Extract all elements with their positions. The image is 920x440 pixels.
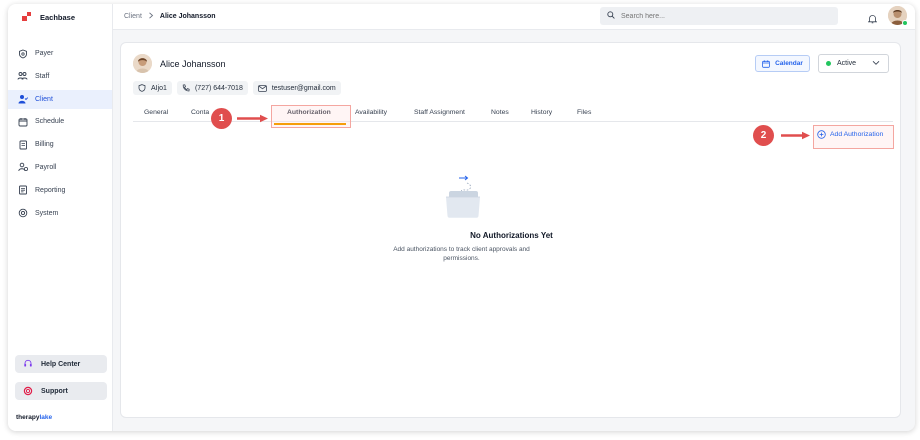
chevron-down-icon xyxy=(872,60,880,68)
tab-general[interactable]: General xyxy=(144,109,168,116)
sidebar-item-label: System xyxy=(35,209,59,217)
app-window: Eachbase Payer Staff Client Schedule Bil… xyxy=(8,4,915,431)
add-authorization-label: Add Authorization xyxy=(830,131,884,138)
client-email: testuser@gmail.com xyxy=(271,84,336,92)
tab-staff-assignment[interactable]: Staff Assignment xyxy=(414,109,465,116)
add-authorization-button[interactable]: Add Authorization xyxy=(817,130,883,139)
support-icon xyxy=(22,386,33,397)
sidebar-item-staff[interactable]: Staff xyxy=(8,67,112,86)
breadcrumb-current: Alice Johansson xyxy=(159,13,216,20)
shield-icon xyxy=(17,48,28,59)
mail-icon xyxy=(258,84,267,92)
sidebar-item-billing[interactable]: Billing xyxy=(8,135,112,154)
search-box[interactable] xyxy=(600,7,838,25)
brand[interactable]: Eachbase xyxy=(8,4,112,30)
sidebar-nav: Payer Staff Client Schedule Billing Payr… xyxy=(8,44,112,223)
chevron-right-icon xyxy=(148,12,154,21)
status-select[interactable]: Active xyxy=(818,54,889,73)
topbar: Client Alice Johansson xyxy=(113,4,915,30)
therapylake-logo: therapylake xyxy=(16,414,52,421)
payroll-icon xyxy=(17,162,28,173)
breadcrumb-parent[interactable]: Client xyxy=(124,13,142,20)
search-input[interactable] xyxy=(621,12,821,20)
calendar-button[interactable]: Calendar xyxy=(755,55,810,72)
sidebar-item-system[interactable]: System xyxy=(8,204,112,223)
client-phone-chip: (727) 644-7018 xyxy=(176,81,248,95)
tab-contacts[interactable]: Conta xyxy=(191,109,209,116)
annotation-step-1: 1 xyxy=(211,108,232,129)
status-dot xyxy=(826,61,831,66)
sidebar-item-payroll[interactable]: Payroll xyxy=(8,158,112,177)
calendar-icon xyxy=(762,59,770,68)
client-id: AIjo1 xyxy=(151,84,167,92)
sidebar-item-client[interactable]: Client xyxy=(8,89,112,109)
support-button[interactable]: Support xyxy=(15,382,107,400)
client-email-chip: testuser@gmail.com xyxy=(252,81,341,95)
empty-state-title: No Authorizations Yet xyxy=(470,231,553,240)
empty-state-description: Add authorizations to track client appro… xyxy=(393,246,530,262)
annotation-arrow-icon xyxy=(781,131,810,140)
sidebar-item-label: Staff xyxy=(35,72,50,80)
calendar-button-label: Calendar xyxy=(775,60,803,67)
reporting-icon xyxy=(17,185,28,196)
logo-text-therapy: therapy xyxy=(16,414,40,421)
annotation-step-2: 2 xyxy=(753,125,774,146)
active-tab-underline xyxy=(274,123,346,125)
tab-availability[interactable]: Availability xyxy=(355,109,387,116)
annotation-arrow-icon xyxy=(237,114,268,123)
plus-circle-icon xyxy=(817,130,826,139)
brand-name: Eachbase xyxy=(40,12,76,22)
eachbase-logo-icon xyxy=(22,12,32,22)
help-center-label: Help Center xyxy=(41,360,81,368)
client-card: Alice Johansson AIjo1 (727) 644-7018 tes… xyxy=(120,42,901,418)
client-avatar xyxy=(133,54,152,73)
status-value: Active xyxy=(837,60,857,67)
support-label: Support xyxy=(41,387,68,395)
id-shield-icon xyxy=(138,84,146,92)
billing-icon xyxy=(17,139,28,150)
client-phone: (727) 644-7018 xyxy=(194,84,243,92)
tab-notes[interactable]: Notes xyxy=(491,109,509,116)
help-center-button[interactable]: Help Center xyxy=(15,355,107,373)
logo-text-lake: lake xyxy=(39,414,53,421)
client-icon xyxy=(17,94,28,105)
client-id-chip: AIjo1 xyxy=(133,81,172,95)
sidebar: Eachbase Payer Staff Client Schedule Bil… xyxy=(8,4,113,431)
sidebar-item-label: Billing xyxy=(35,141,54,149)
sidebar-item-label: Client xyxy=(35,95,53,103)
client-info-chips: AIjo1 (727) 644-7018 testuser@gmail.com xyxy=(133,81,346,95)
tab-files[interactable]: Files xyxy=(577,109,591,116)
breadcrumb: Client Alice Johansson xyxy=(124,12,216,21)
system-icon xyxy=(17,208,28,219)
sidebar-item-payer[interactable]: Payer xyxy=(8,44,112,63)
help-center-icon xyxy=(22,359,33,370)
search-icon xyxy=(607,11,615,21)
sidebar-item-label: Schedule xyxy=(35,118,65,126)
sidebar-item-label: Payer xyxy=(35,50,54,57)
sidebar-item-reporting[interactable]: Reporting xyxy=(8,181,112,200)
bell-icon[interactable] xyxy=(867,11,878,29)
calendar-icon xyxy=(17,116,28,127)
sidebar-item-label: Reporting xyxy=(35,186,66,194)
sidebar-item-schedule[interactable]: Schedule xyxy=(8,112,112,131)
staff-icon xyxy=(17,71,28,82)
tab-history[interactable]: History xyxy=(531,109,552,116)
online-status-dot xyxy=(902,20,908,26)
phone-icon xyxy=(182,84,190,92)
empty-folder-icon xyxy=(446,175,480,218)
sidebar-item-label: Payroll xyxy=(35,163,57,171)
client-name: Alice Johansson xyxy=(160,59,226,69)
